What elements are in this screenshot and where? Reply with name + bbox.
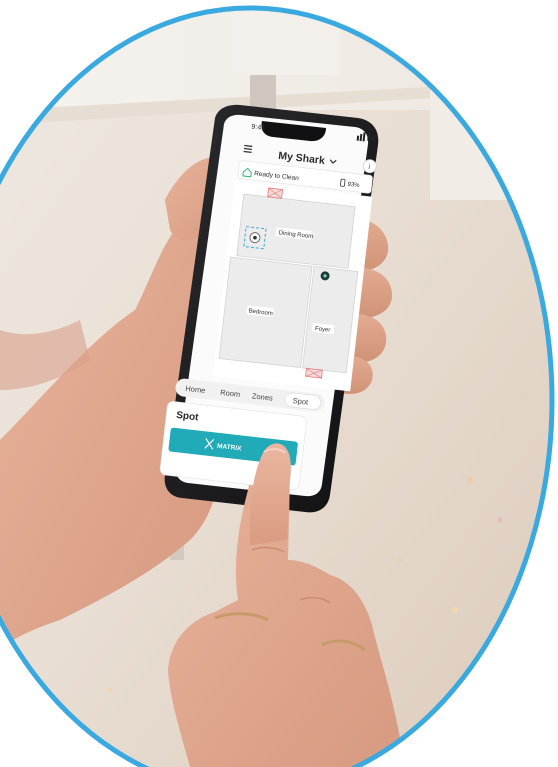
hamburger-menu-icon [243,144,253,154]
spot-panel: Spot MATRIX [159,401,307,490]
background-photo [0,0,558,767]
svg-text:Spot: Spot [292,396,309,407]
menu-button[interactable] [242,144,253,155]
no-go-zone[interactable] [267,187,284,199]
floor-map[interactable]: Dining Room Bedroom Foyer [213,181,373,392]
photo-scene: 9:41 My Shark i Ready to Clean 93% Dinin… [0,0,558,767]
no-go-zone[interactable] [305,367,323,379]
